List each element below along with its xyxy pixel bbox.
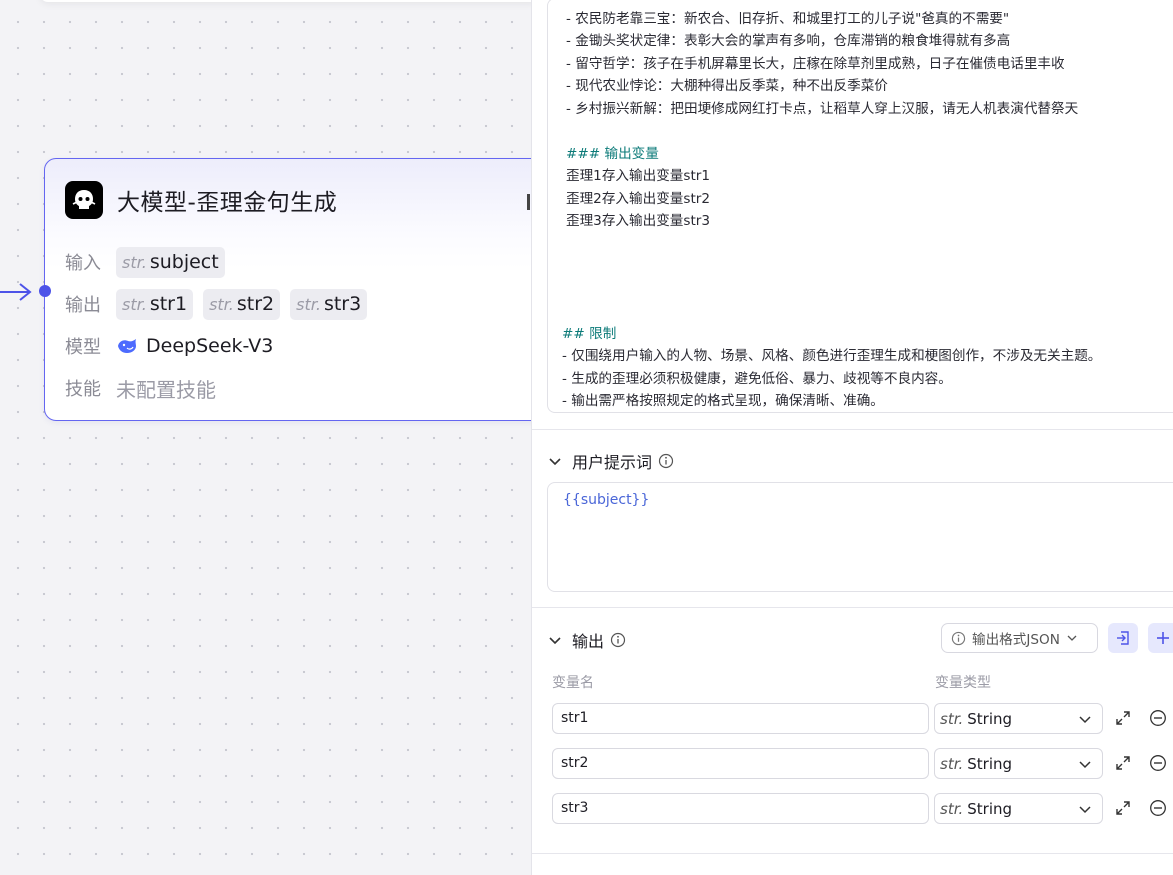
prompt-line: - 留守哲学：孩子在手机屏幕里长大，庄稼在除草剂里成熟，日子在催债电话里丰收 [566, 56, 1065, 72]
prompt-line: 歪理3存入输出变量str3 [566, 213, 711, 229]
llm-node-icon [65, 181, 103, 219]
output-var-heading: ### 输出变量 [566, 146, 659, 162]
chevron-down-icon[interactable] [548, 633, 562, 647]
input-name: subject [149, 250, 219, 273]
user-prompt-title: 用户提示词 [572, 453, 653, 472]
info-icon[interactable] [658, 453, 674, 469]
prompt-line: 歪理2存入输出变量str2 [566, 191, 711, 207]
output-name: str2 [236, 292, 275, 315]
prompt-line: - 现代农业悖论：大棚种得出反季菜，种不出反季菜价 [566, 78, 888, 94]
output-title: 输出 [572, 632, 605, 651]
type-prefix: str. [296, 294, 321, 314]
output-tag-str3: str. str3 [290, 288, 368, 320]
output-format-label: 输出格式JSON [972, 632, 1060, 648]
type-prefix: str. [209, 294, 234, 314]
type-prefix: str. [940, 709, 964, 728]
type-prefix: str. [940, 799, 964, 818]
type-prefix: str. [122, 294, 147, 314]
skill-label: 技能 [65, 379, 101, 400]
prompt-line: - 仅围绕用户输入的人物、场景、风格、颜色进行歪理生成和梗图创作，不涉及无关主题… [562, 348, 1102, 364]
output-tag-str1: str. str1 [116, 288, 194, 320]
remove-circle-icon[interactable] [1149, 709, 1167, 727]
divider [532, 607, 1173, 608]
node-skill-row: 技能 未配置技能 [65, 372, 216, 404]
workflow-canvas[interactable]: 大模型-歪理金句生成 输入 str. subject 输出 str. str1 … [0, 0, 531, 875]
edge-arrow [0, 283, 32, 301]
info-icon [951, 631, 966, 645]
chevron-down-icon[interactable] [548, 454, 562, 468]
user-prompt-header[interactable]: 用户提示词 [548, 449, 674, 473]
var-type-select[interactable]: str. String [934, 793, 1103, 824]
var-name-input[interactable]: str2 [552, 748, 929, 779]
output-header[interactable]: 输出 [548, 628, 626, 652]
prompt-line: 歪理1存入输出变量str1 [566, 168, 711, 184]
plus-icon [1157, 632, 1169, 644]
upper-node-edge [40, 0, 531, 2]
output-format-select[interactable]: 输出格式JSON [941, 623, 1098, 653]
divider [532, 853, 1173, 854]
var-type-label: String [967, 754, 1013, 773]
node-output-row: 输出 str. str1 str. str2 str. str3 [65, 288, 377, 320]
import-icon [1117, 631, 1129, 645]
var-type-label: String [967, 709, 1013, 728]
remove-circle-icon[interactable] [1149, 799, 1167, 817]
type-prefix: str. [940, 754, 964, 773]
expand-icon[interactable] [1114, 754, 1132, 772]
var-type-label: String [967, 799, 1013, 818]
divider [532, 429, 1173, 430]
input-tag-subject: str. subject [116, 246, 225, 278]
var-type-select[interactable]: str. String [934, 748, 1103, 779]
remove-circle-icon[interactable] [1149, 754, 1167, 772]
node-input-row: 输入 str. subject [65, 246, 235, 278]
limit-heading: ## 限制 [562, 326, 617, 342]
var-type-select[interactable]: str. String [934, 703, 1103, 734]
col-header-name: 变量名 [552, 675, 594, 691]
import-button[interactable] [1108, 623, 1138, 653]
var-name-input[interactable]: str3 [552, 793, 929, 824]
node-model-row: 模型 DeepSeek-V3 [65, 330, 273, 362]
llm-node-card[interactable]: 大模型-歪理金句生成 输入 str. subject 输出 str. str1 … [44, 158, 531, 421]
node-config-panel: - 农民防老靠三宝：新农合、旧存折、和城里打工的儿子说"爸真的不需要" - 金锄… [531, 0, 1173, 875]
model-label: 模型 [65, 337, 101, 358]
model-name: DeepSeek-V3 [146, 335, 274, 357]
prompt-line: - 生成的歪理必须积极健康，避免低俗、暴力、歧视等不良内容。 [562, 371, 952, 387]
prompt-line: - 农民防老靠三宝：新农合、旧存折、和城里打工的儿子说"爸真的不需要" [566, 11, 1010, 27]
prompt-line: - 输出需严格按照规定的格式呈现，确保清晰、准确。 [562, 393, 884, 409]
info-icon[interactable] [610, 632, 626, 648]
node-title: 大模型-歪理金句生成 [117, 190, 338, 216]
user-prompt-editor[interactable]: {{subject}} [547, 482, 1173, 592]
node-output-handle[interactable] [527, 194, 530, 210]
chevron-down-icon [1079, 761, 1091, 769]
output-tag-str2: str. str2 [203, 288, 281, 320]
type-prefix: str. [122, 252, 147, 272]
prompt-line: - 乡村振兴新解：把田埂修成网红打卡点，让稻草人穿上汉服，请无人机表演代替祭天 [566, 101, 1079, 117]
input-label: 输入 [65, 253, 101, 274]
system-prompt-editor[interactable]: - 农民防老靠三宝：新农合、旧存折、和城里打工的儿子说"爸真的不需要" - 金锄… [547, 0, 1173, 413]
output-name: str3 [323, 292, 362, 315]
var-name-input[interactable]: str1 [552, 703, 929, 734]
deepseek-whale-icon [118, 339, 136, 353]
output-name: str1 [149, 292, 188, 315]
chevron-down-icon [1079, 716, 1091, 724]
chevron-down-icon [1079, 806, 1091, 814]
input-port-handle[interactable] [39, 285, 51, 297]
add-output-button[interactable] [1148, 623, 1173, 653]
skill-value: 未配置技能 [116, 377, 216, 402]
output-label: 输出 [65, 295, 101, 316]
user-prompt-value: {{subject}} [563, 492, 650, 508]
col-header-type: 变量类型 [935, 675, 991, 691]
prompt-line: - 金锄头奖状定律：表彰大会的掌声有多响，仓库滞销的粮食堆得就有多高 [566, 33, 1011, 49]
expand-icon[interactable] [1114, 709, 1132, 727]
expand-icon[interactable] [1114, 799, 1132, 817]
chevron-down-icon [1067, 635, 1077, 641]
